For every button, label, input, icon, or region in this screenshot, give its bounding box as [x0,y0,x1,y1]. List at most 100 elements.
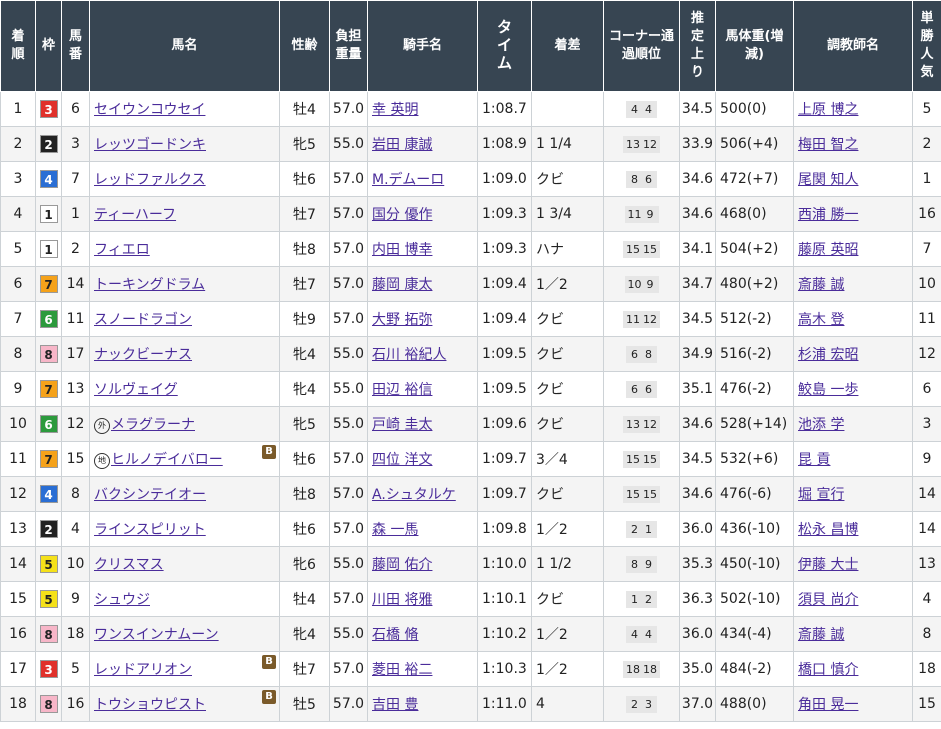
margin-cell [531,91,604,127]
trainer-link[interactable]: 上原 博之 [798,102,858,118]
jockey-link[interactable]: 石橋 脩 [372,627,418,643]
horse-name-link[interactable]: スノードラゴン [94,312,192,328]
jockey-link[interactable]: M.デムーロ [372,172,444,188]
header-pop[interactable]: 単勝人気 [912,0,941,92]
trainer-link[interactable]: 藤原 英昭 [798,242,858,258]
corner-positions: 44 [626,625,657,643]
header-corner[interactable]: コーナー通過順位 [603,0,680,92]
header-last3f[interactable]: 推定上り [679,0,716,92]
horse-name-link[interactable]: レッドファルクス [94,172,206,188]
trainer-link[interactable]: 尾関 知人 [798,172,858,188]
body-weight: 450(-10) [720,556,781,572]
jockey-link[interactable]: 石川 裕紀人 [372,347,446,363]
trainer-link[interactable]: 鮫島 一歩 [798,382,858,398]
header-trainer[interactable]: 調教師名 [793,0,913,92]
waku-cell: 2 [35,126,62,162]
header-jockey-label: 騎手名 [402,38,442,53]
body-weight-cell: 502(-10) [715,581,794,617]
finish-margin: 4 [536,696,545,712]
waku-cell: 7 [35,371,62,407]
horse-name-link[interactable]: シュウジ [94,592,150,608]
table-row: 1 3 6 セイウンコウセイ 牡4 57.0 幸 英明 1:08.7 4 4 34.5 500(0) 上… [0,91,941,127]
jockey-link[interactable]: 内田 博幸 [372,242,432,258]
table-row: 3 4 7 レッドファルクス 牡6 57.0 M.デムーロ 1:09.0 クビ 8 6 34.6 472… [0,161,941,197]
waku-badge: 2 [39,520,58,538]
waku-badge: 3 [39,100,58,118]
horse-name-link[interactable]: メラグラーナ [111,417,195,433]
trainer-link[interactable]: 須貝 尚介 [798,592,858,608]
horse-name-link[interactable]: ラインスピリット [94,522,206,538]
header-time[interactable]: タイム [477,0,532,92]
trainer-link[interactable]: 斎藤 誠 [798,627,844,643]
jockey-link[interactable]: 幸 英明 [372,102,418,118]
waku-badge: 1 [39,240,58,258]
corner-positions: 21 [626,520,657,538]
trainer-link[interactable]: 堀 宣行 [798,487,844,503]
header-margin[interactable]: 着差 [531,0,604,92]
horse-name-link[interactable]: ソルヴェイグ [94,382,178,398]
trainer-link[interactable]: 高木 登 [798,312,844,328]
weight-cell: 57.0 [329,441,368,477]
header-weight[interactable]: 負担重量 [329,0,368,92]
jockey-link[interactable]: 川田 将雅 [372,592,432,608]
body-weight-cell: 434(-4) [715,616,794,652]
jockey-link[interactable]: 森 一馬 [372,522,418,538]
header-rank[interactable]: 着順 [0,0,36,92]
weight-cell: 57.0 [329,686,368,722]
header-waku[interactable]: 枠 [35,0,62,92]
horse-name-link[interactable]: フィエロ [94,242,150,258]
corner-positions: 11 12 [623,310,660,328]
horse-name-link[interactable]: ナックビーナス [94,347,192,363]
jockey-link[interactable]: 藤岡 佑介 [372,557,432,573]
horse-name-cell: クリスマス [89,546,280,582]
horse-name-link[interactable]: ワンスインナムーン [94,627,219,643]
jockey-link[interactable]: 田辺 裕信 [372,382,432,398]
jockey-link[interactable]: 岩田 康誠 [372,137,432,153]
horse-name-link[interactable]: バクシンテイオー [94,487,206,503]
jockey-link[interactable]: 藤岡 康太 [372,277,432,293]
horse-name-link[interactable]: クリスマス [94,557,164,573]
header-horse[interactable]: 馬名 [89,0,280,92]
trainer-link[interactable]: 角田 晃一 [798,697,858,713]
result-body: 1 3 6 セイウンコウセイ 牡4 57.0 幸 英明 1:08.7 4 4 34.5 500(0) 上… [0,91,941,722]
rank-cell: 12 [0,476,36,512]
header-sexage[interactable]: 性齢 [279,0,330,92]
horse-name-link[interactable]: トウショウピスト [94,697,206,713]
sex-age-cell: 牝5 [279,406,330,442]
trainer-cell: 昆 貢 [793,441,913,477]
jockey-link[interactable]: 菱田 裕二 [372,662,432,678]
horse-name-link[interactable]: レッドアリオン [94,662,192,678]
trainer-link[interactable]: 梅田 智之 [798,137,858,153]
waku-badge: 7 [39,380,58,398]
jockey-link[interactable]: 大野 拓弥 [372,312,432,328]
trainer-link[interactable]: 杉浦 宏昭 [798,347,858,363]
horse-name-link[interactable]: ティーハーフ [94,207,176,223]
corner-position-4: 18 [643,662,657,676]
last-3f-time: 33.9 [681,136,714,152]
jockey-link[interactable]: 四位 洋文 [372,452,432,468]
trainer-link[interactable]: 松永 昌博 [798,522,858,538]
horse-name-link[interactable]: レッツゴードンキ [94,137,206,153]
horse-name-link[interactable]: セイウンコウセイ [94,102,205,118]
horse-name-cell: レッドファルクス [89,161,280,197]
trainer-link[interactable]: 伊藤 大士 [798,557,858,573]
header-num[interactable]: 馬番 [61,0,90,92]
trainer-link[interactable]: 西浦 勝一 [798,207,858,223]
waku-cell: 5 [35,546,62,582]
corner-position-4: 1 [645,522,652,536]
jockey-link[interactable]: 戸崎 圭太 [372,417,432,433]
jockey-link[interactable]: 国分 優作 [372,207,432,223]
last3f-cell: 33.9 [679,126,716,162]
jockey-link[interactable]: 吉田 豊 [372,697,418,713]
trainer-link[interactable]: 橋口 慎介 [798,662,858,678]
horse-name-link[interactable]: ヒルノデイバロー [111,452,223,468]
rank-cell: 18 [0,686,36,722]
jockey-link[interactable]: A.シュタルケ [372,487,456,503]
trainer-link[interactable]: 昆 貢 [798,452,830,468]
popularity: 6 [922,381,932,397]
horse-name-link[interactable]: トーキングドラム [94,277,205,293]
header-jockey[interactable]: 騎手名 [367,0,478,92]
header-body[interactable]: 馬体重(増減) [715,0,794,92]
trainer-link[interactable]: 斎藤 誠 [798,277,844,293]
trainer-link[interactable]: 池添 学 [798,417,844,433]
